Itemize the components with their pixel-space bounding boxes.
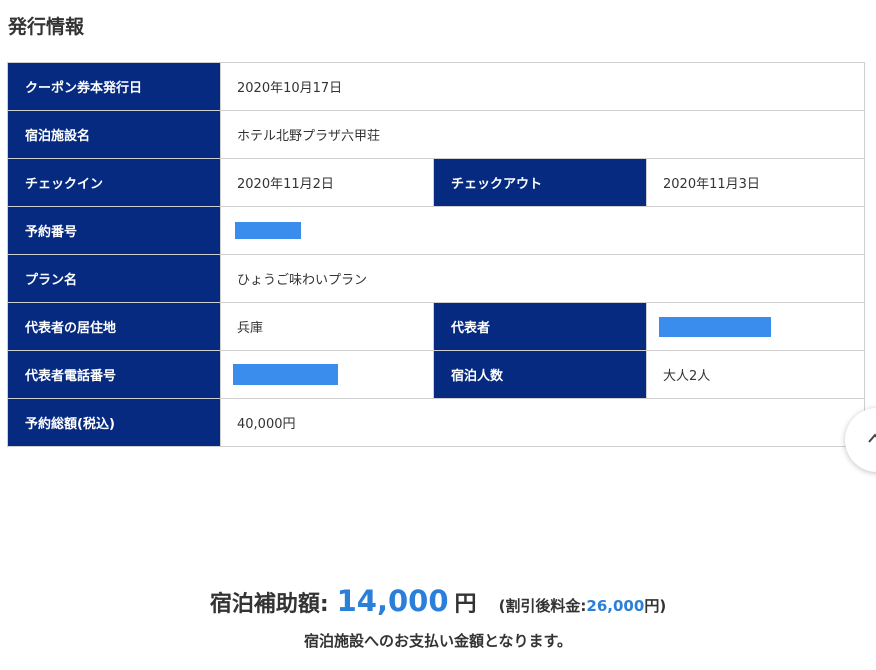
representative-label: 代表者 [433, 302, 647, 351]
reservation-no-value [219, 206, 866, 255]
subsidy-unit: 円 [454, 592, 477, 617]
discount-open: (割引後料金: [498, 597, 587, 615]
discount-close: 円) [644, 597, 667, 615]
table-row: 代表者の居住地 兵庫 代表者 [7, 302, 866, 351]
reservation-no-label: 予約番号 [7, 206, 221, 255]
table-row: 代表者電話番号 宿泊人数 大人2人 [7, 350, 866, 399]
table-row: プラン名 ひょうご味わいプラン [7, 254, 866, 303]
discounted-price-note: (割引後料金:26,000円) [499, 597, 667, 615]
issue-date-label: クーポン券本発行日 [7, 62, 221, 111]
subsidy-summary: 宿泊補助額: 14,000 円 (割引後料金:26,000円) [0, 584, 876, 618]
payment-note: 宿泊施設へのお支払い金額となります。 [303, 632, 573, 650]
table-row: 宿泊施設名 ホテル北野プラザ六甲荘 [7, 110, 866, 159]
total-label: 予約総額(税込) [7, 398, 221, 447]
plan-label: プラン名 [7, 254, 221, 303]
guests-label: 宿泊人数 [433, 350, 647, 399]
section-title: 発行情報 [8, 16, 85, 38]
checkout-label: チェックアウト [433, 158, 647, 207]
chevron-up-icon [868, 433, 876, 443]
issue-info-table: クーポン券本発行日 2020年10月17日 宿泊施設名 ホテル北野プラザ六甲荘 … [7, 62, 866, 447]
phone-label: 代表者電話番号 [7, 350, 221, 399]
phone-value [220, 350, 434, 399]
checkin-value: 2020年11月2日 [220, 158, 434, 207]
discount-amount: 26,000 [586, 597, 645, 615]
plan-value: ひょうご味わいプラン [219, 254, 866, 303]
issue-date-value: 2020年10月17日 [219, 62, 866, 111]
redacted-reservation-no [235, 222, 301, 239]
redacted-representative [659, 316, 771, 337]
facility-value: ホテル北野プラザ六甲荘 [219, 110, 866, 159]
facility-label: 宿泊施設名 [7, 110, 221, 159]
table-row: チェックイン 2020年11月2日 チェックアウト 2020年11月3日 [7, 158, 866, 207]
residence-label: 代表者の居住地 [7, 302, 221, 351]
checkin-label: チェックイン [7, 158, 221, 207]
guests-value: 大人2人 [645, 350, 866, 399]
subsidy-amount: 14,000 [336, 584, 449, 618]
checkout-value: 2020年11月3日 [645, 158, 866, 207]
residence-value: 兵庫 [220, 302, 434, 351]
redacted-phone [233, 364, 338, 385]
table-row: 予約番号 [7, 206, 866, 255]
representative-value [645, 302, 866, 351]
total-value: 40,000円 [219, 398, 866, 447]
table-row: クーポン券本発行日 2020年10月17日 [7, 62, 866, 111]
table-row: 予約総額(税込) 40,000円 [7, 398, 866, 447]
subsidy-label: 宿泊補助額: [209, 592, 329, 617]
